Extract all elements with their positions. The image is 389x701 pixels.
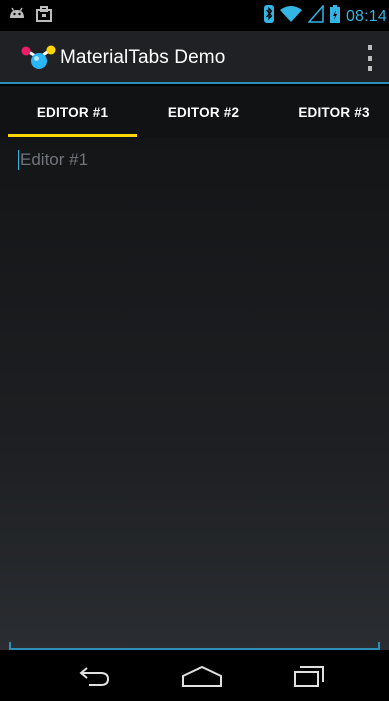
briefcase-icon — [36, 6, 52, 27]
overflow-dot — [368, 55, 372, 61]
editor-field[interactable]: Editor #1 — [18, 146, 378, 174]
editor-placeholder: Editor #1 — [20, 150, 89, 169]
app-title: MaterialTabs Demo — [60, 47, 226, 68]
app-logo-icon[interactable] — [20, 45, 56, 71]
tab-bar: EDITOR #1 EDITOR #2 EDITOR #3 — [0, 86, 389, 138]
recent-apps-icon[interactable] — [279, 660, 339, 692]
content-area: Editor #1 — [0, 138, 389, 650]
bluetooth-icon — [263, 5, 274, 28]
status-time: 08:14 — [345, 7, 387, 25]
battery-icon — [329, 5, 340, 28]
action-bar: MaterialTabs Demo — [0, 31, 389, 84]
android-icon — [8, 6, 26, 27]
tab-editor-3[interactable]: EDITOR #3 — [270, 86, 389, 138]
text-cursor — [18, 150, 19, 170]
screen: 08:14 MaterialTabs Demo EDITOR #1 EDITOR… — [0, 0, 389, 701]
overflow-dot — [368, 66, 372, 71]
status-bar: 08:14 — [0, 0, 389, 31]
back-icon[interactable] — [65, 660, 125, 692]
navigation-bar — [0, 650, 389, 701]
overflow-menu-icon[interactable] — [363, 45, 377, 71]
tab-indicator — [8, 134, 137, 137]
wifi-icon — [279, 5, 302, 28]
overflow-dot — [368, 45, 372, 50]
home-icon[interactable] — [172, 660, 232, 692]
signal-icon — [307, 4, 324, 28]
tab-editor-1[interactable]: EDITOR #1 — [8, 86, 137, 138]
tab-editor-2[interactable]: EDITOR #2 — [139, 86, 268, 138]
